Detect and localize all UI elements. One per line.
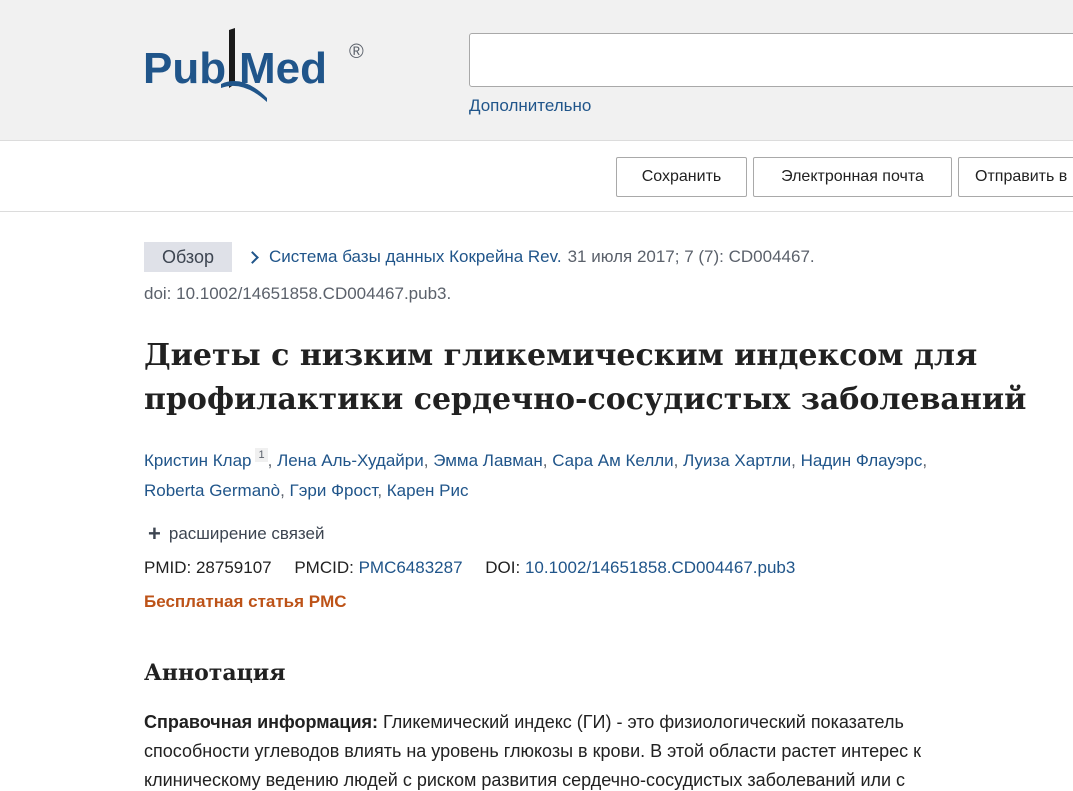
doi-link[interactable]: 10.1002/14651858.CD004467.pub3 — [525, 558, 795, 577]
send-to-button[interactable]: Отправить в — [958, 157, 1073, 197]
expand-affiliations-toggle[interactable]: + расширение связей — [148, 521, 325, 546]
author-link[interactable]: Лена Аль-Худайри — [277, 451, 424, 470]
pmid-value: 28759107 — [195, 558, 272, 577]
author-link[interactable]: Roberta Germanò — [144, 481, 280, 500]
action-toolbar: Сохранить Электронная почта Отправить в — [0, 142, 1073, 212]
search-input[interactable] — [469, 33, 1073, 87]
authors-list: Кристин Клар 1, Лена Аль-Худайри, Эмма Ла… — [144, 448, 928, 500]
expand-affiliations-label: расширение связей — [168, 524, 325, 543]
save-button[interactable]: Сохранить — [616, 157, 747, 197]
author-link[interactable]: Карен Рис — [387, 481, 469, 500]
doi-label: DOI: — [485, 558, 521, 577]
article-meta: Обзор Система базы данных Кокрейна Rev. … — [144, 242, 815, 272]
journal-link[interactable]: Система базы данных Кокрейна Rev. — [269, 247, 562, 267]
pmid-label: PMID: — [144, 558, 192, 577]
citation-text: 31 июля 2017; 7 (7): CD004467. — [567, 247, 815, 266]
author-link[interactable]: Гэри Фрост — [290, 481, 378, 500]
pmcid-link[interactable]: PMC6483287 — [359, 558, 463, 577]
plus-icon: + — [148, 521, 161, 546]
pubmed-logo[interactable]: Pub Med ® — [143, 26, 373, 106]
svg-text:Med: Med — [239, 44, 327, 93]
publication-type-badge: Обзор — [144, 242, 232, 272]
advanced-search-link[interactable]: Дополнительно — [469, 96, 591, 116]
svg-text:®: ® — [349, 41, 364, 63]
email-button[interactable]: Электронная почта — [753, 157, 952, 197]
svg-text:Pub: Pub — [143, 44, 226, 93]
author-link[interactable]: Сара Ам Келли — [552, 451, 673, 470]
abstract-background: Справочная информация: Гликемический инд… — [144, 708, 1014, 791]
site-header: Pub Med ® Дополнительно — [0, 0, 1073, 141]
abstract-background-label: Справочная информация: — [144, 712, 379, 732]
article-identifiers: PMID: 28759107 PMCID: PMC6483287 DOI: 10… — [144, 558, 795, 578]
article-title: Диеты с низким гликемическим индексом дл… — [144, 338, 1027, 417]
pubmed-logo-mark: Pub Med ® — [143, 28, 364, 102]
author-link[interactable]: Кристин Клар — [144, 451, 251, 470]
free-pmc-article-link[interactable]: Бесплатная статья PMC — [144, 592, 347, 612]
author-link[interactable]: Эмма Лавман — [433, 451, 543, 470]
author-link[interactable]: Луиза Хартли — [683, 451, 791, 470]
author-link[interactable]: Надин Флауэрс — [801, 451, 923, 470]
doi-line: doi: 10.1002/14651858.CD004467.pub3. — [144, 284, 452, 303]
abstract-heading: Аннотация — [144, 660, 286, 686]
affiliation-marker[interactable]: 1 — [255, 448, 268, 462]
pmcid-label: PMCID: — [294, 558, 354, 577]
chevron-right-icon — [246, 250, 259, 264]
